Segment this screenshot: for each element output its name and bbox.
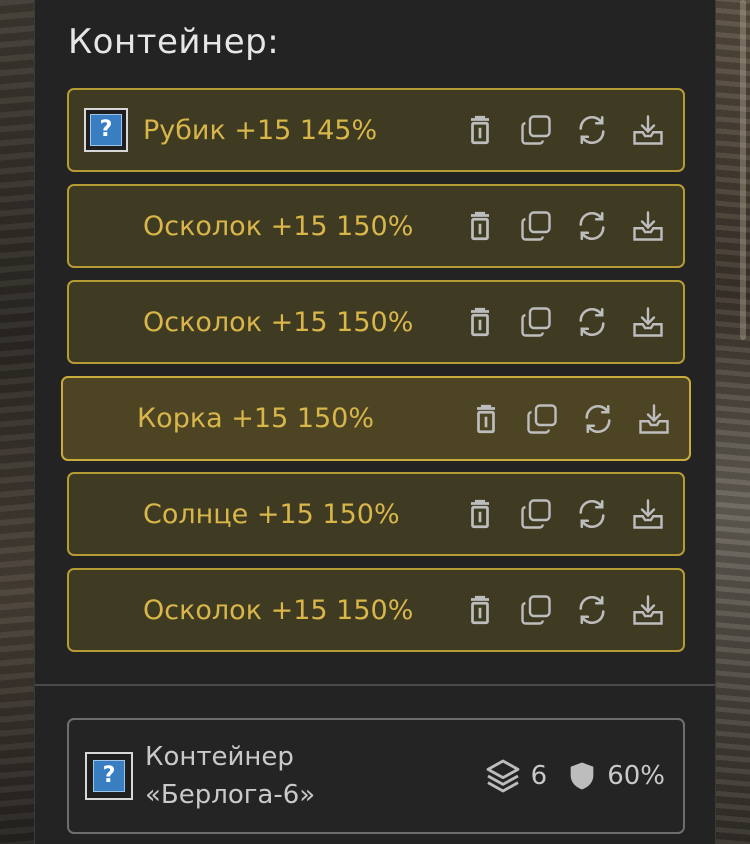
item-icon-slot: ? — [69, 90, 143, 170]
item-label: Осколок +15 150% — [143, 306, 414, 338]
container-item[interactable]: Осколок +15 150% — [67, 568, 685, 652]
download-icon[interactable] — [629, 207, 667, 245]
container-item[interactable]: Осколок +15 150% — [67, 184, 685, 268]
container-item-selected[interactable]: Корка +15 150% — [61, 376, 691, 461]
page-scrollbar[interactable] — [740, 0, 746, 340]
container-panel: Контейнер: ? Рубик +15 145% Осколок +15 … — [34, 0, 716, 844]
copy-icon[interactable] — [517, 207, 555, 245]
item-icon-slot — [63, 378, 137, 459]
item-icon-slot — [69, 474, 143, 554]
item-label: Корка +15 150% — [137, 403, 375, 434]
question-mark-icon: ? — [93, 760, 125, 792]
trash-icon[interactable] — [467, 400, 505, 438]
protection-stat: 60% — [565, 758, 665, 794]
container-item[interactable]: Осколок +15 150% — [67, 280, 685, 364]
download-icon[interactable] — [629, 495, 667, 533]
swap-icon[interactable] — [573, 303, 611, 341]
background-right — [716, 0, 750, 844]
container-name-line2: «Берлога-6» — [145, 780, 316, 810]
trash-icon[interactable] — [461, 495, 499, 533]
unknown-item-icon: ? — [85, 752, 133, 800]
layers-icon — [486, 759, 520, 793]
slots-count: 6 — [530, 761, 548, 791]
container-name-line1: Контейнер — [145, 742, 294, 772]
container-card[interactable]: ? Контейнер «Берлога-6» 6 60% — [67, 718, 685, 834]
container-name: Контейнер «Берлога-6» — [145, 738, 483, 814]
item-label: Рубик +15 145% — [143, 114, 378, 146]
download-icon[interactable] — [635, 400, 673, 438]
copy-icon[interactable] — [517, 591, 555, 629]
copy-icon[interactable] — [523, 400, 561, 438]
section-divider — [35, 684, 715, 686]
shield-icon — [570, 762, 594, 790]
background-left — [0, 0, 34, 844]
container-item[interactable]: ? Рубик +15 145% — [67, 88, 685, 172]
panel-title: Контейнер: — [68, 22, 280, 62]
download-icon[interactable] — [629, 111, 667, 149]
question-mark-icon: ? — [90, 114, 122, 146]
swap-icon[interactable] — [573, 207, 611, 245]
item-icon-slot — [69, 282, 143, 362]
swap-icon[interactable] — [573, 495, 611, 533]
trash-icon[interactable] — [461, 111, 499, 149]
trash-icon[interactable] — [461, 303, 499, 341]
download-icon[interactable] — [629, 591, 667, 629]
copy-icon[interactable] — [517, 111, 555, 149]
download-icon[interactable] — [629, 303, 667, 341]
trash-icon[interactable] — [461, 207, 499, 245]
copy-icon[interactable] — [517, 495, 555, 533]
swap-icon[interactable] — [573, 111, 611, 149]
swap-icon[interactable] — [579, 400, 617, 438]
swap-icon[interactable] — [573, 591, 611, 629]
unknown-item-icon: ? — [84, 108, 128, 152]
trash-icon[interactable] — [461, 591, 499, 629]
item-label: Солнце +15 150% — [143, 498, 400, 530]
slots-stat: 6 — [483, 756, 548, 796]
item-icon-slot — [69, 570, 143, 650]
item-label: Осколок +15 150% — [143, 594, 414, 626]
container-item[interactable]: Солнце +15 150% — [67, 472, 685, 556]
item-label: Осколок +15 150% — [143, 210, 414, 242]
item-icon-slot — [69, 186, 143, 266]
protection-value: 60% — [607, 761, 665, 791]
copy-icon[interactable] — [517, 303, 555, 341]
